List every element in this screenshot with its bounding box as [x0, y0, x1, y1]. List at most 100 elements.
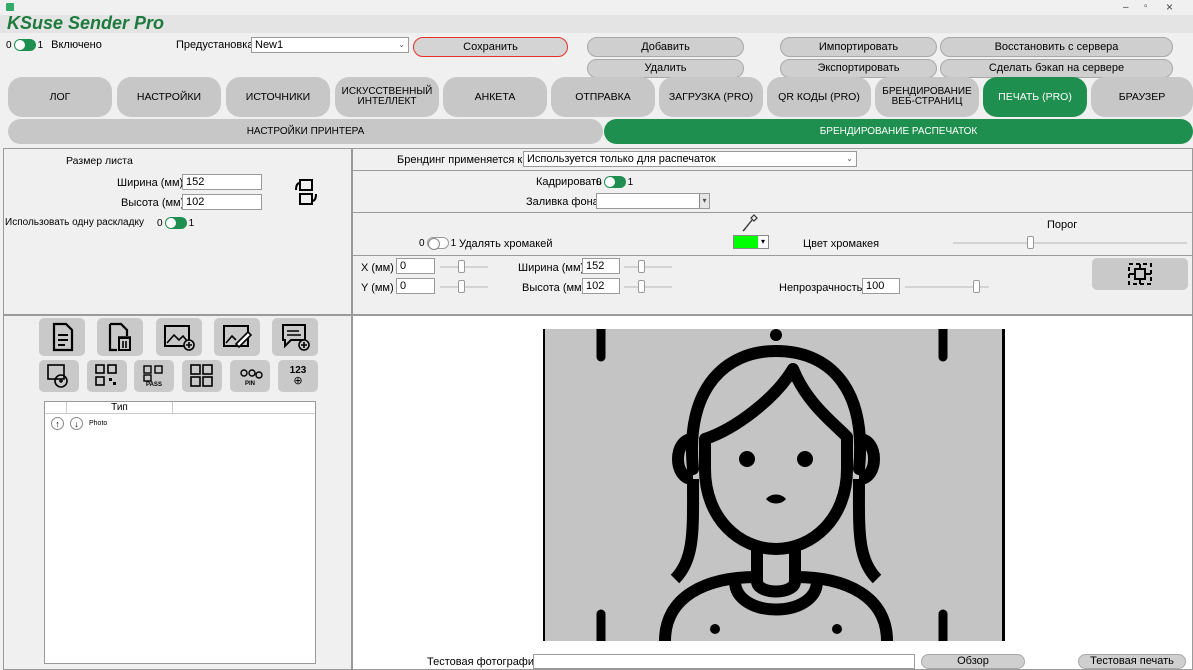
layers-table: Тип ↑ ↓ Photo	[44, 401, 316, 664]
toggle-on-label: 1	[188, 217, 195, 229]
add-sticker-button[interactable]	[39, 360, 79, 392]
save-button[interactable]: Сохранить	[413, 37, 568, 57]
type-header: Тип	[67, 402, 173, 413]
slider-thumb[interactable]	[638, 280, 645, 293]
tab-log[interactable]: ЛОГ	[8, 77, 112, 117]
plus-circle-icon: ⊕	[293, 374, 303, 387]
add-document-button[interactable]	[39, 318, 85, 356]
edit-image-button[interactable]	[214, 318, 260, 356]
toggle-switch[interactable]	[426, 237, 449, 250]
subtab-print-branding[interactable]: БРЕНДИРОВАНИЕ РАСПЕЧАТОК	[604, 119, 1193, 144]
add-button[interactable]: Добавить	[587, 37, 744, 57]
opacity-input[interactable]: 100	[862, 278, 900, 294]
toggle-off-label: 0	[596, 176, 602, 188]
speech-bubble-add-icon	[282, 324, 310, 351]
opacity-slider[interactable]	[905, 280, 989, 293]
tab-browser[interactable]: БРАУЗЕР	[1091, 77, 1193, 117]
h-input[interactable]: 102	[582, 278, 620, 294]
test-print-button[interactable]: Тестовая печать	[1078, 654, 1186, 669]
slider-thumb[interactable]	[973, 280, 980, 293]
tab-form[interactable]: АНКЕТА	[443, 77, 547, 117]
slider-thumb[interactable]	[458, 260, 465, 273]
qr-code-icon	[95, 364, 117, 386]
h-slider[interactable]	[624, 280, 672, 293]
tab-web-branding[interactable]: БРЕНДИРОВАНИЕ ВЕБ-СТРАНИЦ	[875, 77, 979, 117]
divider	[352, 255, 1193, 256]
add-pass-qr-button[interactable]: PASS	[134, 360, 174, 392]
import-button[interactable]: Импортировать	[780, 37, 937, 57]
sheet-height-label: Высота (мм)	[121, 197, 185, 209]
chevron-down-icon: ▾	[760, 237, 765, 246]
add-counter-button[interactable]: 123 ⊕	[278, 360, 318, 392]
y-slider[interactable]	[440, 280, 488, 293]
threshold-slider[interactable]	[953, 236, 1187, 249]
print-preview	[543, 329, 1005, 641]
delete-document-button[interactable]	[97, 318, 143, 356]
sheet-panel	[3, 148, 352, 315]
table-row[interactable]: ↑ ↓ Photo	[51, 417, 107, 430]
sheet-title: Размер листа	[66, 155, 133, 167]
tab-settings[interactable]: НАСТРОЙКИ	[117, 77, 221, 117]
tab-upload[interactable]: ЗАГРУЗКА (PRO)	[659, 77, 763, 117]
backup-button[interactable]: Сделать бэкап на сервере	[940, 59, 1173, 78]
applies-value: Используется только для распечаток	[527, 153, 716, 165]
qr-grid-icon	[190, 364, 213, 387]
enabled-toggle[interactable]: 0 1 Включено	[6, 39, 102, 51]
bg-fill-label: Заливка фона	[526, 196, 599, 208]
add-qr-grid-button[interactable]	[182, 360, 222, 392]
sheet-width-input[interactable]: 152	[182, 174, 262, 190]
tab-qr[interactable]: QR КОДЫ (PRO)	[767, 77, 871, 117]
app-title: KSuse Sender Pro	[7, 13, 165, 33]
x-input[interactable]: 0	[396, 258, 435, 274]
tab-ai[interactable]: ИСКУССТВЕННЫЙ ИНТЕЛЛЕКТ	[335, 77, 439, 117]
w-input[interactable]: 152	[582, 258, 620, 274]
toggle-off-label: 0	[6, 39, 12, 51]
divider	[352, 212, 1193, 213]
tab-print[interactable]: ПЕЧАТЬ (PRO)	[983, 77, 1087, 117]
browse-button[interactable]: Обзор	[921, 654, 1025, 669]
chroma-toggle[interactable]: 0 1	[419, 237, 456, 250]
tab-sending[interactable]: ОТПРАВКА	[551, 77, 655, 117]
y-input[interactable]: 0	[396, 278, 435, 294]
slider-thumb[interactable]	[1027, 236, 1034, 249]
rotate-orientation-icon[interactable]	[293, 177, 319, 207]
move-down-icon[interactable]: ↓	[70, 417, 83, 430]
x-label: X (мм)	[361, 262, 394, 274]
add-qr-button[interactable]	[87, 360, 127, 392]
slider-thumb[interactable]	[638, 260, 645, 273]
delete-button[interactable]: Удалить	[587, 59, 744, 78]
x-slider[interactable]	[440, 260, 488, 273]
move-up-icon[interactable]: ↑	[51, 417, 64, 430]
applies-select[interactable]: Используется только для распечаток ⌄	[523, 151, 857, 167]
add-image-button[interactable]	[156, 318, 202, 356]
one-layout-label: Использовать одну раскладку	[5, 217, 144, 228]
test-photo-label: Тестовая фотография	[427, 656, 540, 668]
bg-fill-select[interactable]: ▾	[596, 193, 710, 209]
export-button[interactable]: Экспортировать	[780, 59, 937, 78]
crop-toggle[interactable]: 0 1	[596, 176, 633, 188]
close-button[interactable]: ×	[1166, 0, 1173, 14]
document-trash-icon	[108, 322, 131, 352]
chevron-down-icon: ⌄	[398, 40, 405, 49]
toggle-switch[interactable]	[603, 176, 626, 188]
tab-sources[interactable]: ИСТОЧНИКИ	[226, 77, 330, 117]
minimize-button[interactable]: –	[1123, 2, 1129, 13]
restore-button[interactable]: Восстановить с сервера	[940, 37, 1173, 57]
maximize-button[interactable]: ▫	[1144, 1, 1148, 12]
test-photo-input[interactable]	[533, 654, 915, 669]
add-speech-button[interactable]	[272, 318, 318, 356]
subtab-printer-settings[interactable]: НАСТРОЙКИ ПРИНТЕРА	[8, 119, 603, 144]
enabled-label: Включено	[51, 39, 102, 51]
one-layout-toggle[interactable]: 0 1	[157, 217, 194, 229]
w-slider[interactable]	[624, 260, 672, 273]
sheet-height-input[interactable]: 102	[182, 194, 262, 210]
toggle-switch[interactable]	[13, 39, 36, 51]
eyedropper-icon[interactable]	[740, 214, 760, 232]
toggle-switch[interactable]	[164, 217, 187, 229]
fit-center-button[interactable]	[1092, 258, 1188, 290]
slider-thumb[interactable]	[458, 280, 465, 293]
chroma-color-picker[interactable]: ▾	[733, 235, 769, 249]
preset-select[interactable]: New1 ⌄	[251, 37, 409, 53]
add-pin-button[interactable]: PIN	[230, 360, 270, 392]
crop-label: Кадрировать	[536, 176, 602, 188]
